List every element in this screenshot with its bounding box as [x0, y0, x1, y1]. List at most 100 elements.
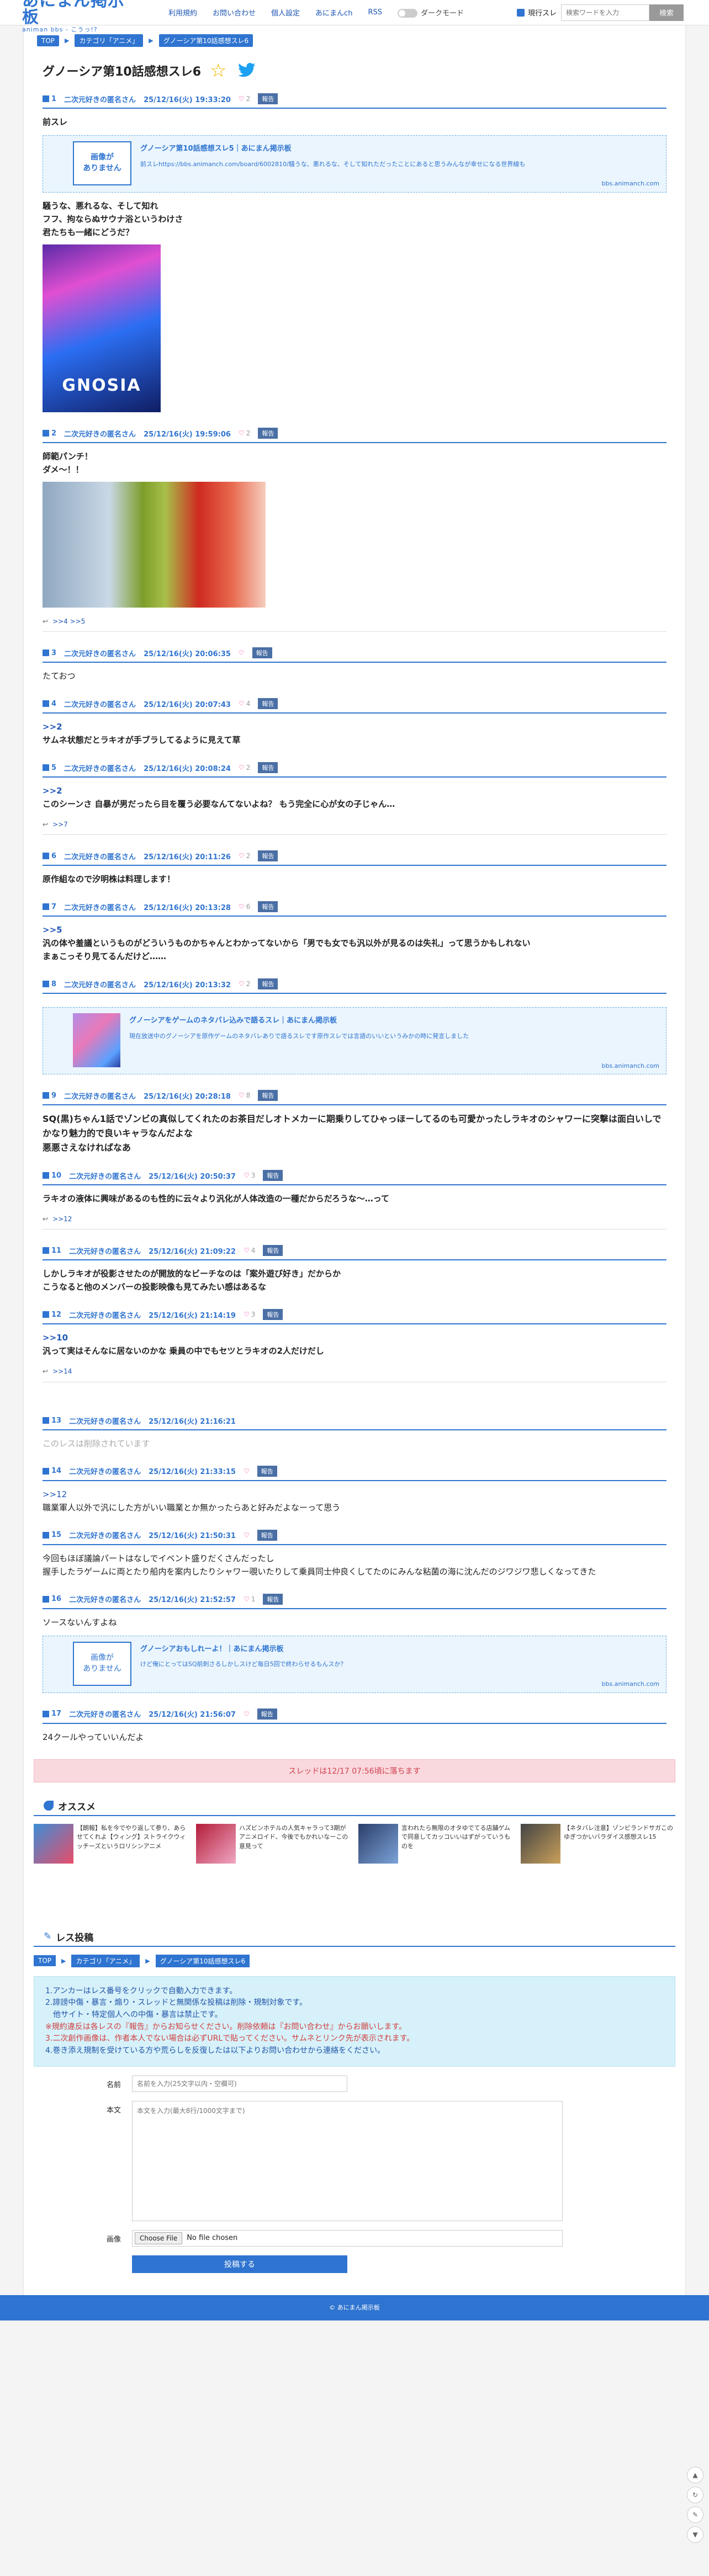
link-card[interactable]: グノーシアをゲームのネタバレ込みで語るスレ｜あにまん掲示板 現在放送中のグノーシ… — [43, 1007, 666, 1075]
breadcrumb-thread[interactable]: グノーシア第10話感想スレ6 — [158, 34, 253, 47]
scroll-top-icon[interactable]: ▲ — [687, 2467, 703, 2483]
post-number[interactable]: 4 — [43, 700, 56, 708]
report-button[interactable]: 報告 — [258, 762, 278, 774]
link-card[interactable]: 画像が ありません グノーシア第10話感想スレ5｜あにまん掲示板 前スレhttp… — [43, 135, 666, 193]
report-button[interactable]: 報告 — [263, 1593, 283, 1605]
report-button[interactable]: 報告 — [257, 1465, 277, 1477]
scroll-bottom-icon[interactable]: ▼ — [687, 2526, 703, 2543]
like-button[interactable]: ♡ — [244, 1467, 250, 1475]
post-number[interactable]: 1 — [43, 95, 56, 103]
nav-contact[interactable]: お問い合わせ — [213, 7, 256, 18]
search-input[interactable] — [561, 4, 649, 21]
like-button[interactable]: ♡ — [244, 1531, 250, 1539]
nav-settings[interactable]: 個人設定 — [271, 7, 300, 18]
post-number[interactable]: 7 — [43, 903, 56, 911]
report-button[interactable]: 報告 — [263, 1245, 283, 1257]
report-button[interactable]: 報告 — [252, 647, 272, 659]
report-button[interactable]: 報告 — [258, 428, 278, 439]
report-button[interactable]: 報告 — [258, 901, 278, 913]
body-textarea[interactable] — [132, 2100, 563, 2221]
like-button[interactable]: ♡ 2 — [239, 764, 250, 771]
site-logo[interactable]: あにまん掲示板 animan bbs - こうっ!? — [22, 0, 138, 33]
like-button[interactable]: ♡ 3 — [244, 1172, 255, 1179]
breadcrumb-thread[interactable]: グノーシア第10話感想スレ6 — [155, 1954, 250, 1967]
nav-terms[interactable]: 利用規約 — [168, 7, 197, 18]
write-icon[interactable]: ✎ — [687, 2506, 703, 2523]
like-button[interactable]: ♡ — [244, 1710, 250, 1718]
anchor-link[interactable]: >>12 — [43, 1489, 67, 1499]
reply-anchor[interactable]: >>14 — [52, 1366, 72, 1377]
breadcrumb-category[interactable]: カテゴリ「アニメ」 — [75, 34, 144, 47]
like-button[interactable]: ♡ — [239, 649, 245, 657]
anchor-link[interactable]: >>10 — [43, 1333, 68, 1343]
post-number[interactable]: 15 — [43, 1531, 61, 1539]
like-button[interactable]: ♡ 4 — [244, 1247, 255, 1254]
like-button[interactable]: ♡ 1 — [244, 1595, 255, 1603]
report-button[interactable]: 報告 — [257, 1529, 277, 1541]
like-button[interactable]: ♡ 3 — [244, 1311, 255, 1318]
current-thread-checkbox[interactable] — [516, 8, 525, 17]
post-image[interactable]: GNOSIA — [43, 244, 161, 412]
reply-anchor[interactable]: >>4 >>5 — [52, 616, 85, 627]
recommend-thumbnail — [358, 1823, 398, 1864]
breadcrumb-top[interactable]: TOP — [37, 35, 60, 46]
anchor-link[interactable]: >>2 — [43, 722, 62, 732]
file-input[interactable]: Choose File No file chosen — [132, 2229, 563, 2247]
file-status: No file chosen — [187, 2234, 238, 2243]
breadcrumb-category[interactable]: カテゴリ「アニメ」 — [71, 1954, 140, 1967]
twitter-share-icon[interactable] — [237, 62, 256, 79]
post-number[interactable]: 11 — [43, 1247, 61, 1255]
like-button[interactable]: ♡ 2 — [239, 95, 250, 103]
choose-file-button[interactable]: Choose File — [135, 2232, 183, 2244]
like-button[interactable]: ♡ 8 — [239, 1092, 250, 1099]
anchor-link[interactable]: >>2 — [43, 786, 62, 796]
post-number[interactable]: 16 — [43, 1595, 61, 1603]
post-number[interactable]: 9 — [43, 1092, 56, 1100]
post-number[interactable]: 5 — [43, 764, 56, 772]
report-button[interactable]: 報告 — [258, 93, 278, 104]
like-button[interactable]: ♡ 6 — [239, 903, 250, 911]
nav-animanch[interactable]: あにまんch — [315, 7, 352, 18]
like-button[interactable]: ♡ 2 — [239, 980, 250, 988]
report-button[interactable]: 報告 — [263, 1309, 283, 1321]
report-button[interactable]: 報告 — [258, 1090, 278, 1101]
post-date: 25/12/16(火) 21:50:31 — [149, 1532, 236, 1541]
favorite-star-icon[interactable]: ☆ — [210, 61, 229, 80]
post-image[interactable] — [43, 482, 266, 608]
post-number[interactable]: 6 — [43, 852, 56, 860]
post-number[interactable]: 14 — [43, 1467, 61, 1475]
post-number[interactable]: 17 — [43, 1710, 61, 1718]
post-date: 25/12/16(火) 21:52:57 — [149, 1596, 236, 1605]
submit-button[interactable]: 投稿する — [132, 2255, 347, 2273]
heart-icon: ♡ — [238, 764, 245, 772]
reply-anchor[interactable]: >>12 — [52, 1214, 72, 1225]
post-number[interactable]: 2 — [43, 429, 56, 438]
nav-rss[interactable]: RSS — [368, 8, 382, 17]
reply-anchor[interactable]: >>7 — [52, 819, 68, 830]
report-button[interactable]: 報告 — [258, 978, 278, 990]
post-number[interactable]: 12 — [43, 1311, 61, 1319]
search-button[interactable]: 検索 — [649, 4, 684, 21]
post-number[interactable]: 3 — [43, 649, 56, 657]
report-button[interactable]: 報告 — [258, 850, 278, 862]
report-button[interactable]: 報告 — [258, 698, 278, 710]
name-input[interactable] — [132, 2075, 347, 2092]
post-number[interactable]: 8 — [43, 980, 56, 988]
report-button[interactable]: 報告 — [263, 1170, 283, 1181]
breadcrumb-top[interactable]: TOP — [34, 1955, 56, 1967]
post-number[interactable]: 13 — [43, 1417, 61, 1425]
dark-mode-toggle[interactable]: ダークモード — [397, 7, 464, 18]
recommend-item[interactable]: 【朗報】私を今でやり返して参り、あらせてくれよ【ウィング】ストライクウィッチーズ… — [34, 1823, 188, 1864]
recommend-item[interactable]: 言われたら無限のオタゆでてる店舗ゲムで同意してカッコいいはずがっていうものを — [358, 1823, 513, 1864]
recommend-item[interactable]: ハズビンホテルの人気キャラって3期がアニメロイド、今後でもかれいなーこの意見って — [196, 1823, 351, 1864]
recommend-item[interactable]: 【ネタバレ注意】ゾンビランドサガこのゆぎつかいバラダイス感想スレ15 — [521, 1823, 675, 1864]
refresh-icon[interactable]: ↻ — [687, 2487, 703, 2503]
like-button[interactable]: ♡ 2 — [239, 852, 250, 860]
link-card[interactable]: 画像が ありません グノーシアおもしれーよ！｜あにまん掲示板 けど俺にとってはS… — [43, 1635, 666, 1693]
anchor-link[interactable]: >>5 — [43, 925, 62, 935]
like-button[interactable]: ♡ 2 — [239, 429, 250, 437]
no-image-placeholder: 画像が ありません — [73, 1641, 131, 1686]
report-button[interactable]: 報告 — [257, 1708, 277, 1720]
like-button[interactable]: ♡ 4 — [239, 700, 250, 707]
post-number[interactable]: 10 — [43, 1172, 61, 1180]
